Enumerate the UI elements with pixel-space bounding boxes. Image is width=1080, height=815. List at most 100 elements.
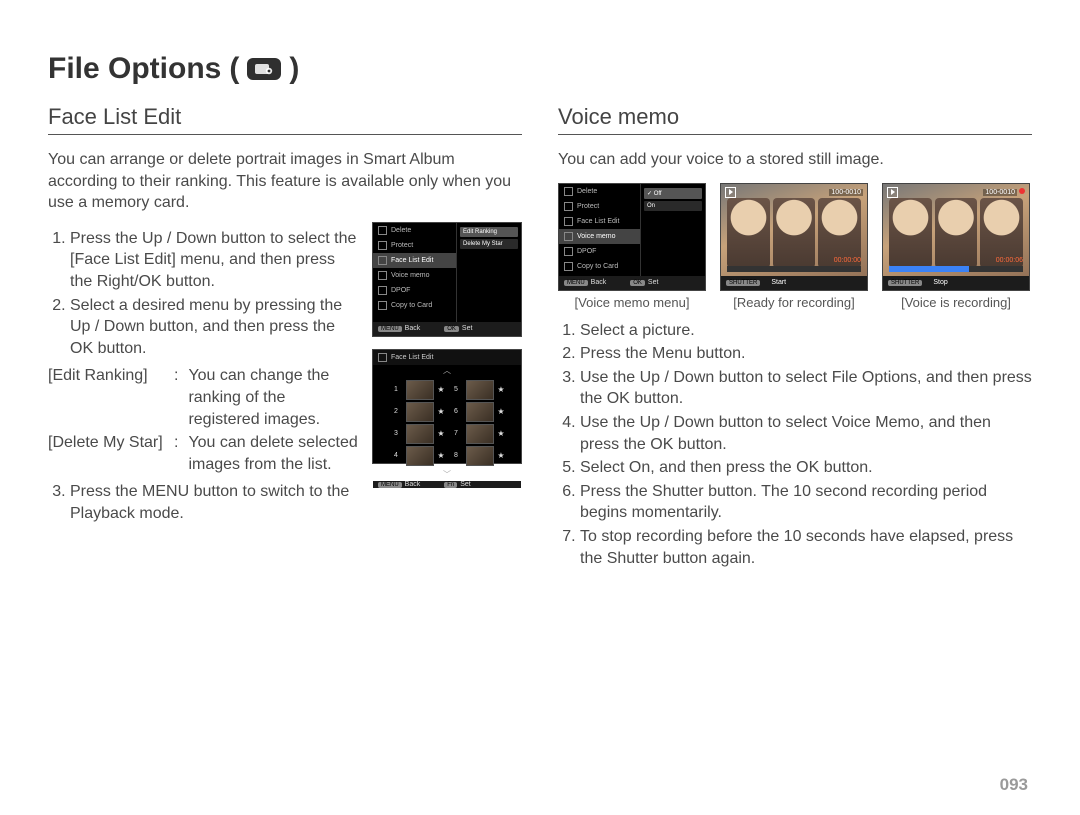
left-step: Select a desired menu by pressing the Up… [70, 295, 358, 360]
square-icon [564, 187, 573, 196]
right-heading: Voice memo [558, 104, 1032, 135]
menu-item-selected: Face List Edit [373, 253, 456, 268]
progress-bar [889, 266, 1023, 272]
definition-desc: You can change the ranking of the regist… [188, 365, 358, 430]
person-thumb [773, 198, 816, 268]
square-icon [378, 256, 387, 265]
camera-submenu: Edit Ranking Delete My Star [457, 223, 521, 322]
square-icon [564, 202, 573, 211]
submenu-item: Edit Ranking [460, 227, 518, 237]
chevron-down-icon: ﹀ [443, 469, 451, 480]
person-thumb [935, 198, 978, 268]
square-icon [564, 262, 573, 271]
square-icon [378, 271, 387, 280]
chevron-up-icon: ︿ [443, 365, 451, 376]
column-left: Face List Edit You can arrange or delete… [48, 104, 522, 571]
submenu-item-selected: Off [644, 188, 702, 199]
face-thumb [466, 446, 494, 466]
two-column-layout: Face List Edit You can arrange or delete… [48, 104, 1032, 571]
left-screenshots: Delete Protect Face List Edit Voice memo… [372, 222, 522, 464]
right-step: Use the Up / Down button to select Voice… [580, 412, 1032, 455]
face-thumb [406, 424, 434, 444]
star-icon: ★ [436, 429, 446, 438]
right-step: Use the Up / Down button to select File … [580, 367, 1032, 410]
submenu-item: On [644, 201, 702, 211]
column-right: Voice memo You can add your voice to a s… [558, 104, 1032, 571]
menu-item: DPOF [373, 283, 456, 298]
face-thumb [406, 402, 434, 422]
screenshot-caption: [Voice memo menu] [575, 295, 690, 310]
person-thumb [889, 198, 932, 268]
submenu-item: Delete My Star [460, 239, 518, 249]
page-number: 093 [1000, 775, 1028, 795]
square-icon [378, 353, 387, 362]
left-heading: Face List Edit [48, 104, 522, 135]
definition-term: [Edit Ranking] [48, 365, 168, 430]
face-thumb [466, 402, 494, 422]
menu-key-icon: MENU [378, 326, 402, 332]
page-title: File Options ( ) [48, 52, 1032, 86]
file-counter: 100-0010 [829, 189, 863, 196]
voice-memo-screenshots: Delete Protect Face List Edit Voice memo… [558, 183, 1032, 310]
star-icon: ★ [496, 451, 506, 460]
menu-item: Voice memo [373, 268, 456, 283]
camera-grid-footer: MENUBack FnSet [373, 481, 521, 488]
person-thumb [727, 198, 770, 268]
camera-menu-list: Delete Protect Face List Edit Voice memo… [373, 223, 457, 322]
definition-row: [Delete My Star] : You can delete select… [48, 432, 358, 475]
voice-memo-recording-screenshot: 100-0010 00:00:06 SHUTTERStop [882, 183, 1030, 291]
star-icon: ★ [496, 385, 506, 394]
star-icon: ★ [496, 407, 506, 416]
right-step: Press the Menu button. [580, 343, 1032, 365]
camera-face-grid-screenshot: Face List Edit ︿ 1★ 5★ 2★ 6★ 3★ 7★ 4★ 8★ [372, 349, 522, 464]
definition-row: [Edit Ranking] : You can change the rank… [48, 365, 358, 430]
left-definitions: [Edit Ranking] : You can change the rank… [48, 365, 358, 475]
square-icon [378, 241, 387, 250]
manual-page: File Options ( ) Face List Edit You can … [0, 0, 1080, 815]
star-icon: ★ [496, 429, 506, 438]
square-icon [564, 247, 573, 256]
definition-desc: You can delete selected images from the … [188, 432, 358, 475]
left-steps-and-defs: Press the Up / Down button to select the… [48, 222, 358, 527]
camera-menu-footer: MENUBack OKSet [373, 322, 521, 336]
timecode: 00:00:06 [996, 257, 1023, 264]
face-thumb [466, 380, 494, 400]
square-icon [564, 232, 573, 241]
camera-menu-screenshot: Delete Protect Face List Edit Voice memo… [372, 222, 522, 337]
play-icon [887, 187, 898, 198]
definition-term: [Delete My Star] [48, 432, 168, 475]
ok-key-icon: OK [444, 326, 459, 332]
voice-memo-menu-screenshot: Delete Protect Face List Edit Voice memo… [558, 183, 706, 291]
play-icon [725, 187, 736, 198]
screenshot-caption: [Voice is recording] [901, 295, 1011, 310]
right-step: Select a picture. [580, 320, 1032, 342]
square-icon [378, 286, 387, 295]
fn-key-icon: Fn [444, 482, 457, 488]
left-steps: Press the Up / Down button to select the… [48, 228, 358, 360]
menu-item: Delete [373, 223, 456, 238]
face-thumb [406, 446, 434, 466]
face-thumb [466, 424, 494, 444]
menu-key-icon: MENU [378, 482, 402, 488]
shutter-key-icon: SHUTTER [888, 280, 922, 286]
record-icon [1019, 188, 1025, 194]
left-intro: You can arrange or delete portrait image… [48, 149, 522, 214]
right-step: To stop recording before the 10 seconds … [580, 526, 1032, 569]
voice-memo-ready-screenshot: 100-0010 00:00:00 SHUTTERStart [720, 183, 868, 291]
star-icon: ★ [436, 407, 446, 416]
face-thumb [406, 380, 434, 400]
right-step: Press the Shutter button. The 10 second … [580, 481, 1032, 524]
square-icon [378, 226, 387, 235]
star-icon: ★ [436, 385, 446, 394]
file-counter: 100-0010 [983, 189, 1017, 196]
left-steps-cont: Press the MENU button to switch to the P… [48, 481, 358, 524]
timecode: 00:00:00 [834, 257, 861, 264]
file-options-icon [247, 58, 281, 80]
menu-item: Protect [373, 238, 456, 253]
left-step: Press the Up / Down button to select the… [70, 228, 358, 293]
menu-item: Copy to Card [373, 298, 456, 313]
left-step: Press the MENU button to switch to the P… [70, 481, 358, 524]
screenshot-caption: [Ready for recording] [733, 295, 854, 310]
page-title-text: File Options [48, 52, 221, 86]
right-intro: You can add your voice to a stored still… [558, 149, 1032, 171]
